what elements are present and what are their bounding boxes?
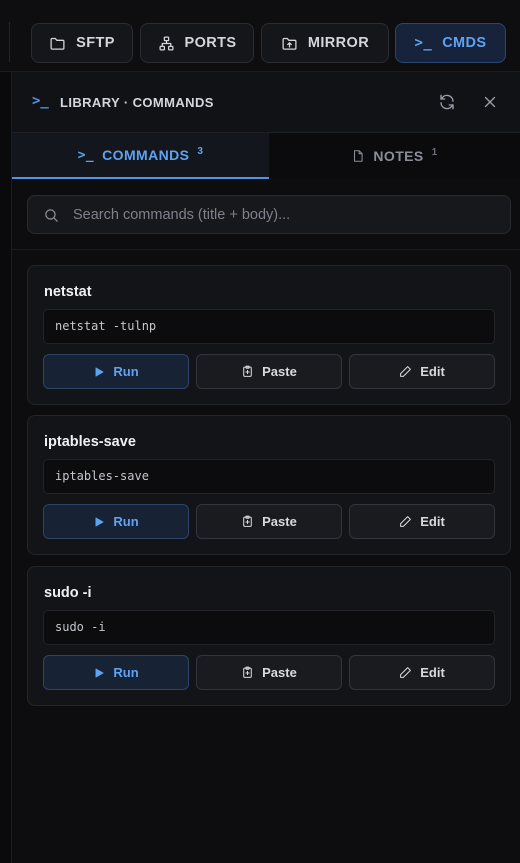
panel-title: LIBRARY · COMMANDS: [60, 95, 214, 110]
edit-button[interactable]: Edit: [349, 504, 495, 539]
network-icon: [159, 35, 174, 51]
run-button[interactable]: Run: [43, 354, 189, 389]
paste-button[interactable]: Paste: [196, 504, 342, 539]
tab-count: 1: [431, 146, 438, 158]
play-icon: [95, 668, 104, 677]
terminal-icon: >_: [32, 93, 49, 109]
command-card: sudo -i sudo -i Run Paste Edit: [27, 566, 511, 706]
mirror-label: MIRROR: [307, 35, 370, 51]
command-card: iptables-save iptables-save Run Paste Ed…: [27, 415, 511, 555]
run-button[interactable]: Run: [43, 504, 189, 539]
ports-label: PORTS: [184, 35, 237, 51]
left-gutter: [0, 72, 12, 863]
paste-button[interactable]: Paste: [196, 655, 342, 690]
command-body: sudo -i: [43, 610, 495, 645]
edit-button[interactable]: Edit: [349, 655, 495, 690]
run-button[interactable]: Run: [43, 655, 189, 690]
edit-button[interactable]: Edit: [349, 354, 495, 389]
run-label: Run: [113, 514, 139, 529]
clipboard-paste-icon: [243, 515, 252, 527]
tab-bar: >_ COMMANDS 3 NOTES 1: [12, 133, 520, 179]
pencil-icon: [400, 516, 412, 527]
command-card: netstat netstat -tulnp Run Paste Edit: [27, 265, 511, 405]
search-icon: [45, 209, 58, 222]
divider: [9, 22, 10, 62]
tab-commands[interactable]: >_ COMMANDS 3: [12, 133, 269, 179]
sftp-button[interactable]: SFTP: [31, 23, 133, 63]
command-library-panel: >_ LIBRARY · COMMANDS >_ COMMANDS 3 NOTE…: [12, 72, 520, 863]
run-label: Run: [113, 364, 139, 379]
paste-button[interactable]: Paste: [196, 354, 342, 389]
paste-label: Paste: [262, 514, 297, 529]
edit-label: Edit: [420, 665, 445, 680]
command-title: iptables-save: [44, 434, 136, 450]
clipboard-paste-icon: [243, 666, 252, 678]
tab-label: NOTES: [373, 148, 424, 164]
paste-label: Paste: [262, 364, 297, 379]
pencil-icon: [400, 667, 412, 678]
panel-header: >_ LIBRARY · COMMANDS: [12, 72, 520, 133]
close-button[interactable]: [481, 93, 499, 111]
pencil-icon: [400, 366, 412, 377]
cmds-button[interactable]: >_ CMDS: [395, 23, 506, 63]
edit-label: Edit: [420, 364, 445, 379]
play-icon: [95, 367, 104, 376]
tab-notes[interactable]: NOTES 1: [269, 133, 520, 179]
cmds-label: CMDS: [442, 35, 487, 51]
terminal-icon: >_: [414, 35, 433, 51]
search-input[interactable]: [73, 196, 503, 233]
command-title: sudo -i: [44, 585, 92, 601]
clipboard-paste-icon: [243, 365, 252, 377]
command-title: netstat: [44, 284, 92, 300]
command-body: iptables-save: [43, 459, 495, 494]
command-body: netstat -tulnp: [43, 309, 495, 344]
search-box: [27, 195, 511, 234]
refresh-icon: [440, 94, 454, 110]
refresh-button[interactable]: [438, 93, 456, 111]
paste-label: Paste: [262, 665, 297, 680]
ports-button[interactable]: PORTS: [140, 23, 254, 63]
folder-upload-icon: [282, 37, 297, 50]
edit-label: Edit: [420, 514, 445, 529]
search-bar: [12, 179, 520, 250]
sftp-label: SFTP: [76, 35, 115, 51]
app-window: SFTP PORTS MIRROR >_ CMDS >_ LIBRARY · C…: [0, 0, 520, 863]
play-icon: [95, 517, 104, 526]
file-icon: [354, 150, 363, 162]
terminal-icon: >_: [77, 147, 95, 163]
top-toolbar: SFTP PORTS MIRROR >_ CMDS: [0, 0, 520, 72]
run-label: Run: [113, 665, 139, 680]
close-icon: [484, 96, 496, 108]
mirror-button[interactable]: MIRROR: [261, 23, 389, 63]
tab-count: 3: [197, 145, 204, 157]
tab-label: COMMANDS: [102, 147, 190, 163]
folder-icon: [50, 37, 65, 50]
